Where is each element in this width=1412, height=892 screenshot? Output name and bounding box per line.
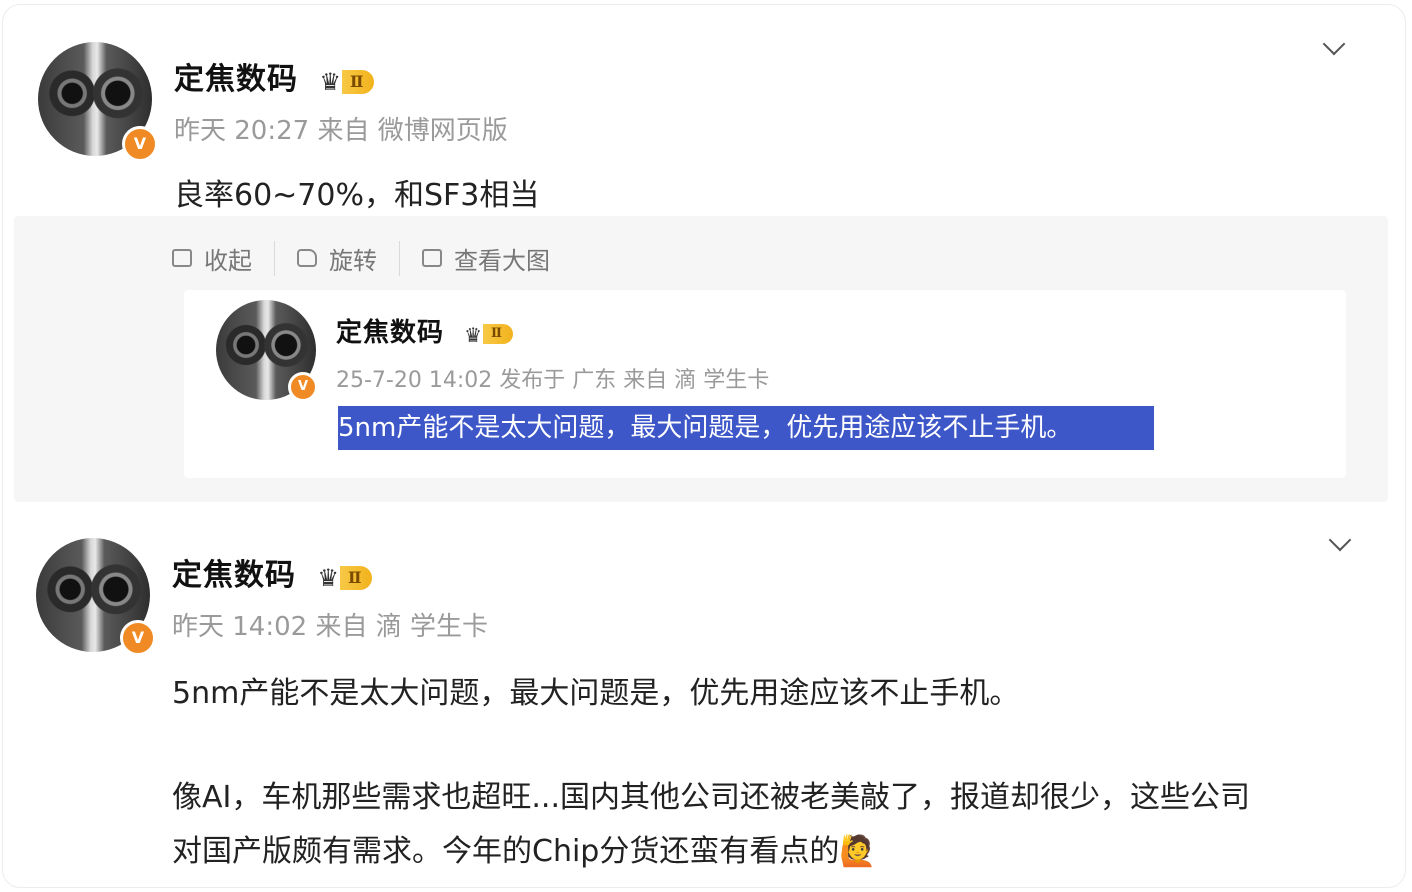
avatar[interactable]: V — [36, 538, 156, 656]
quoted-avatar[interactable]: V — [216, 300, 318, 402]
verified-badge-icon: V — [122, 126, 158, 162]
collapse-button[interactable]: 收起 — [172, 240, 275, 276]
image-actions-bar: 收起 旋转 查看大图 — [172, 240, 572, 276]
view-large-button[interactable]: 查看大图 — [400, 241, 572, 276]
post-meta: 昨天 20:27 来自 微博网页版 — [174, 116, 508, 146]
post-text-line: 对国产版颇有需求。今年的Chip分货还蛮有看点的🙋 — [172, 834, 877, 869]
post-text-line: 像AI，车机那些需求也超旺...国内其他公司还被老美敲了，报道却很少，这些公司 — [172, 780, 1250, 815]
author-name[interactable]: 定焦数码 ♛ Ⅱ — [172, 550, 373, 594]
post-text: 5nm产能不是太大问题，最大问题是，优先用途应该不止手机。 — [172, 676, 1020, 711]
collapse-icon — [172, 249, 192, 267]
quoted-text-selected: 5nm产能不是太大问题，最大问题是，优先用途应该不止手机。 — [338, 406, 1154, 450]
view-large-icon — [422, 249, 442, 267]
post-text: 良率60~70%，和SF3相当 — [174, 178, 540, 213]
author-name[interactable]: 定焦数码 ♛ Ⅱ — [174, 54, 375, 98]
post-meta: 昨天 14:02 来自 滴 学生卡 — [172, 612, 488, 642]
quoted-meta: 25-7-20 14:02 发布于 广东 来自 滴 学生卡 — [336, 368, 770, 393]
vip-crown-icon: ♛ Ⅱ — [317, 559, 373, 594]
avatar[interactable]: V — [38, 42, 158, 162]
vip-crown-icon: ♛ Ⅱ — [464, 319, 513, 349]
verified-badge-icon: V — [288, 372, 318, 402]
vip-crown-icon: ♛ Ⅱ — [319, 63, 375, 98]
rotate-button[interactable]: 旋转 — [275, 240, 400, 276]
verified-badge-icon: V — [120, 620, 156, 656]
quoted-author-name: 定焦数码 ♛ Ⅱ — [336, 312, 513, 349]
raise-hand-emoji-icon: 🙋 — [839, 834, 877, 869]
rotate-icon — [297, 249, 317, 267]
